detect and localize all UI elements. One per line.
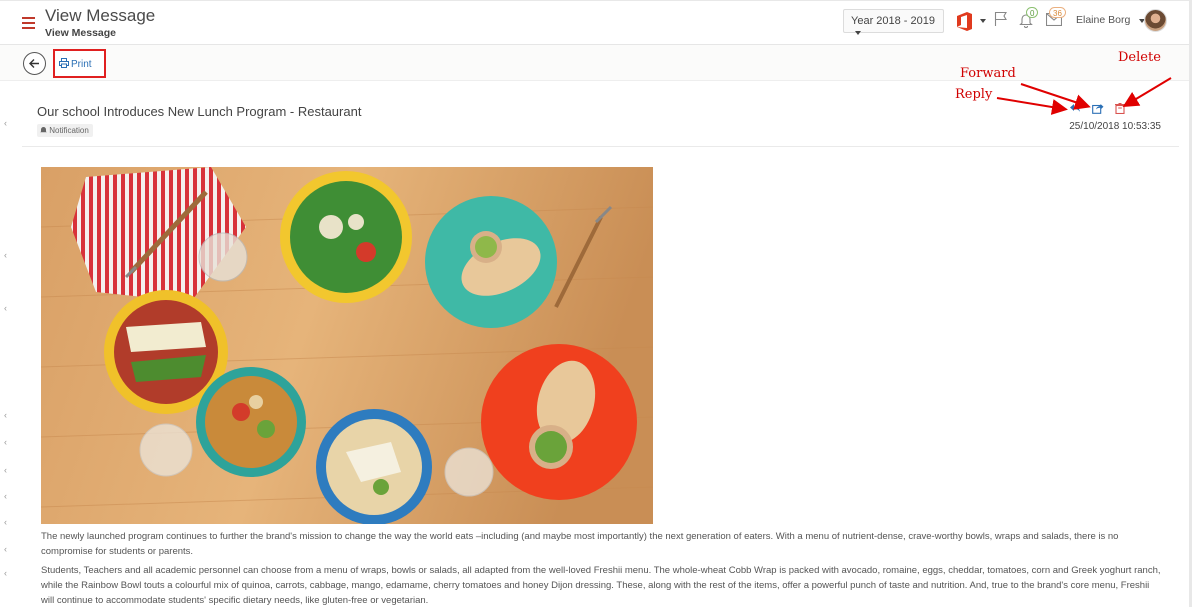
page: View Message View Message Year 2018 - 20… <box>0 0 1192 607</box>
reply-arrow <box>996 97 1068 115</box>
message-paragraph: The newly launched program continues to … <box>41 531 1119 557</box>
food-photo-illustration <box>41 167 653 524</box>
message-paragraph: Students, Teachers and all academic pers… <box>41 565 1161 606</box>
delete-arrow <box>1122 77 1172 108</box>
message-image <box>41 167 653 524</box>
message-body: The newly launched program continues to … <box>41 529 1161 607</box>
